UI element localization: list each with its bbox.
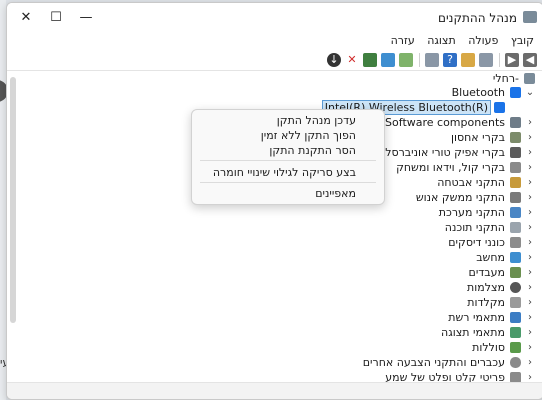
menu-view[interactable]: תצוגה: [427, 33, 455, 49]
help-icon[interactable]: ?: [443, 53, 457, 67]
chevron-right-icon[interactable]: ‹: [525, 130, 535, 145]
properties-icon[interactable]: [479, 53, 493, 67]
tree-category[interactable]: ‹ מעבדים: [335, 265, 535, 280]
security-device-icon: [510, 177, 521, 188]
software-components-icon: [510, 117, 521, 128]
chevron-right-icon[interactable]: ‹: [525, 175, 535, 190]
back-arrow-icon[interactable]: ◀: [523, 53, 537, 67]
tree-category[interactable]: ‹ עכברים והתקני הצבעה אחרים: [335, 355, 535, 370]
forward-arrow-icon[interactable]: ▶: [505, 53, 519, 67]
usb-icon: [510, 147, 521, 158]
camera-icon: [510, 282, 521, 293]
menu-file[interactable]: קובץ: [511, 33, 534, 49]
chevron-right-icon[interactable]: ‹: [525, 115, 535, 130]
update-driver-icon[interactable]: [363, 53, 377, 67]
chevron-right-icon[interactable]: ‹: [525, 190, 535, 205]
tree-category[interactable]: ‹ מחשב: [335, 250, 535, 265]
keyboard-icon: [510, 297, 521, 308]
tree-category[interactable]: ‹ התקני מערכת: [335, 205, 535, 220]
chevron-right-icon[interactable]: ‹: [525, 205, 535, 220]
chevron-right-icon[interactable]: ‹: [525, 355, 535, 370]
device-manager-icon: [523, 11, 537, 23]
disable-device-menu-item[interactable]: הפוך התקן ללא זמין: [261, 129, 356, 142]
device-manager-window: ✕ ☐ — מנהל ההתקנים קובץ פעולה תצוגה עזרה…: [6, 2, 542, 400]
tree-category[interactable]: ‹ סוללות: [335, 340, 535, 355]
context-menu: עדכן מנהל התקן הפוך התקן ללא זמין הסר הת…: [191, 109, 385, 205]
menu-help[interactable]: עזרה: [391, 33, 415, 49]
vertical-scrollbar[interactable]: [10, 77, 16, 323]
processor-icon: [510, 267, 521, 278]
tree-category[interactable]: ‹ התקני תוכנה: [335, 220, 535, 235]
horizontal-scrollbar[interactable]: [7, 382, 542, 399]
window-title: מנהל ההתקנים: [438, 11, 517, 25]
tree-category[interactable]: ‹ מתאמי תצוגה: [335, 325, 535, 340]
update-driver-menu-item[interactable]: עדכן מנהל התקן: [277, 114, 356, 127]
computer-icon[interactable]: [381, 53, 395, 67]
bluetooth-icon: [510, 87, 521, 98]
tree-root[interactable]: -רחלי: [475, 71, 535, 86]
uninstall-icon[interactable]: ✕: [345, 53, 359, 67]
menu-separator: [200, 182, 376, 183]
scan-hardware-menu-item[interactable]: בצע סריקה לגילוי שינויי חומרה: [213, 166, 356, 179]
menu-bar: קובץ פעולה תצוגה עזרה: [7, 33, 542, 49]
tree-category[interactable]: ‹ מצלמות: [335, 280, 535, 295]
tree-bluetooth[interactable]: ⌄ Bluetooth: [452, 85, 535, 100]
software-device-icon: [510, 222, 521, 233]
chevron-right-icon[interactable]: ‹: [525, 235, 535, 250]
mouse-icon: [510, 357, 521, 368]
display-adapter-icon: [510, 327, 521, 338]
scan-hardware-icon[interactable]: [399, 53, 413, 67]
tree-category[interactable]: ‹ כונני דיסקים: [335, 235, 535, 250]
disk-drive-icon: [510, 237, 521, 248]
chevron-down-icon[interactable]: ⌄: [525, 85, 535, 100]
menu-action[interactable]: פעולה: [468, 33, 498, 49]
bluetooth-icon: [494, 102, 505, 113]
system-device-icon: [510, 207, 521, 218]
hid-icon: [510, 192, 521, 203]
title-bar: ✕ ☐ — מנהל ההתקנים: [7, 3, 542, 33]
chevron-right-icon[interactable]: ‹: [525, 265, 535, 280]
tree-category[interactable]: ‹ מקלדות: [335, 295, 535, 310]
battery-icon: [510, 342, 521, 353]
chevron-right-icon[interactable]: ‹: [525, 340, 535, 355]
chevron-right-icon[interactable]: ‹: [525, 280, 535, 295]
chevron-right-icon[interactable]: ‹: [525, 160, 535, 175]
chevron-right-icon[interactable]: ‹: [525, 145, 535, 160]
properties-menu-item[interactable]: מאפיינים: [315, 187, 356, 200]
menu-separator: [200, 160, 376, 161]
tree-category[interactable]: ‹ מתאמי רשת: [335, 310, 535, 325]
minimize-button[interactable]: —: [71, 7, 101, 29]
chevron-right-icon[interactable]: ‹: [525, 250, 535, 265]
computer-icon: [524, 73, 535, 84]
toolbar: ◀ ▶ ? ✕ ↓: [7, 50, 542, 71]
chevron-right-icon[interactable]: ‹: [525, 310, 535, 325]
maximize-button[interactable]: ☐: [41, 7, 71, 29]
close-button[interactable]: ✕: [11, 7, 41, 29]
uninstall-device-menu-item[interactable]: הסר התקנת התקן: [269, 144, 356, 157]
speaker-icon: [510, 162, 521, 173]
network-adapter-icon: [510, 312, 521, 323]
view-list-icon[interactable]: [425, 53, 439, 67]
download-icon[interactable]: ↓: [327, 53, 341, 67]
computer-icon: [510, 252, 521, 263]
storage-controller-icon: [510, 132, 521, 143]
view-folder-icon[interactable]: [461, 53, 475, 67]
chevron-right-icon[interactable]: ‹: [525, 295, 535, 310]
chevron-right-icon[interactable]: ‹: [525, 325, 535, 340]
chevron-right-icon[interactable]: ‹: [525, 220, 535, 235]
